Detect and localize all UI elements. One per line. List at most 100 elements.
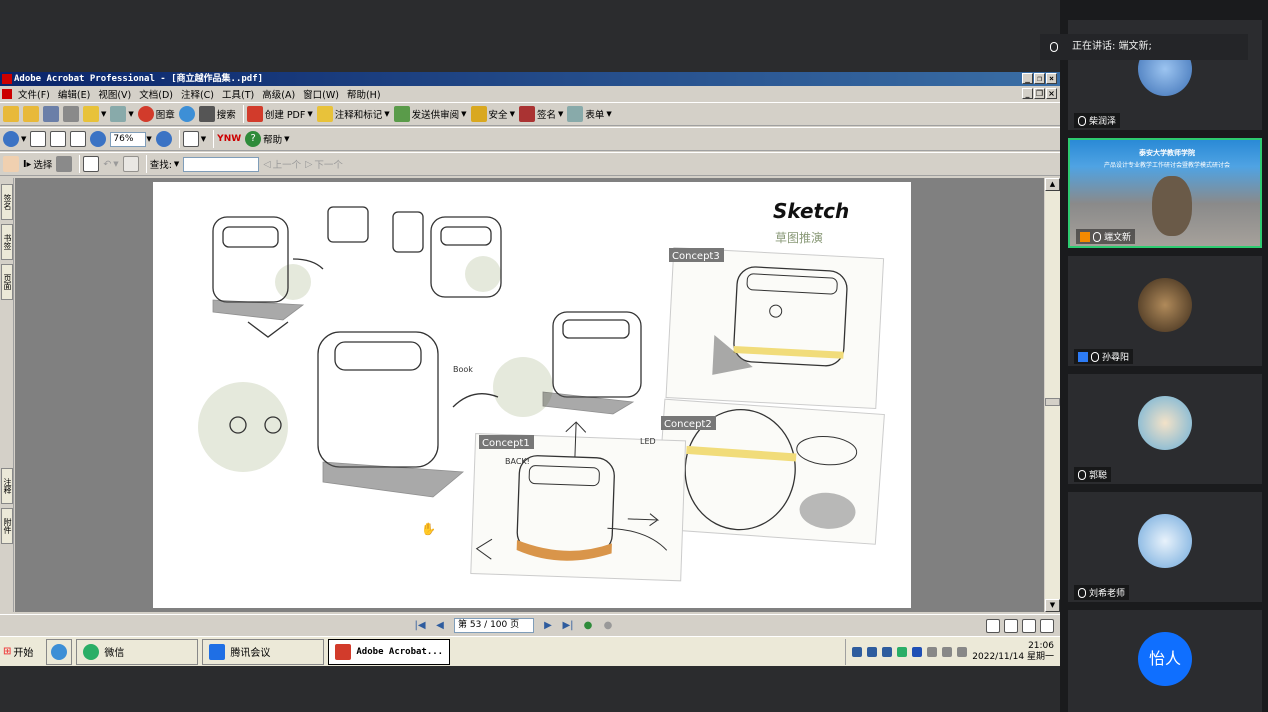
search-button[interactable]: 搜索 — [198, 106, 236, 122]
find-next-button[interactable]: ▷ 下一个 — [305, 157, 343, 172]
attach-button[interactable]: ▼ — [110, 106, 134, 122]
send-review-button[interactable]: 发送供审阅 ▼ — [393, 106, 467, 122]
participant-tile-6[interactable]: 怡人 — [1068, 610, 1262, 712]
previous-page-icon[interactable]: ◀ — [433, 619, 447, 633]
task-acrobat-label: Adobe Acrobat... — [356, 646, 444, 657]
select-tool-button[interactable]: I▸ 选择 — [23, 157, 52, 172]
zoom-tool-button[interactable]: ▼ — [3, 131, 26, 147]
undo-icon: ↶ — [103, 158, 112, 170]
fit-page-button[interactable] — [50, 131, 67, 147]
start-button[interactable]: ⊞ 开始 — [0, 639, 36, 665]
menu-edit[interactable]: 编辑(E) — [54, 87, 94, 101]
status-bar: |◀ ◀ 第 53 / 100 页 ▶ ▶| ● ● — [0, 614, 1060, 636]
continuous-facing-view-icon[interactable] — [1040, 618, 1054, 633]
participant-tile-5[interactable]: 刘希老师 — [1068, 492, 1262, 602]
restore-button[interactable]: ❐ — [1034, 73, 1045, 84]
tab-bookmarks[interactable]: 书签 — [1, 224, 13, 260]
save-button[interactable] — [43, 106, 59, 122]
vertical-scrollbar[interactable]: ▲ ▼ — [1045, 178, 1060, 612]
menu-view[interactable]: 视图(V) — [94, 87, 135, 101]
fit-width-button[interactable] — [70, 131, 87, 147]
tray-signal-icon[interactable] — [957, 646, 968, 657]
comment-markup-button[interactable]: 注释和标记 ▼ — [316, 106, 390, 122]
scroll-up-icon[interactable]: ▲ — [1045, 178, 1060, 191]
title-bar[interactable]: Adobe Acrobat Professional - [商立越作品集..pd… — [0, 72, 1060, 86]
open-button[interactable] — [3, 106, 19, 122]
copy-button[interactable] — [122, 156, 139, 172]
snapshot-button[interactable] — [56, 156, 73, 172]
stamp-button[interactable]: 图章 — [137, 106, 175, 122]
close-button[interactable]: × — [1046, 73, 1057, 84]
doc-restore-button[interactable]: ❐ — [1034, 88, 1045, 99]
mic-icon — [1078, 115, 1086, 126]
document-icon — [2, 88, 12, 99]
doc-close-button[interactable]: × — [1046, 88, 1057, 99]
minimize-button[interactable]: _ — [1022, 73, 1033, 84]
fit-page-icon — [50, 131, 67, 147]
tray-bluetooth-icon[interactable] — [912, 646, 923, 657]
zoom-in-button[interactable] — [155, 131, 172, 147]
menu-window[interactable]: 窗口(W) — [299, 87, 343, 101]
participant-tile-2[interactable]: 泰安大学教师学院 产品设计专业教学工作研讨会暨教学模式研讨会 端文新 — [1068, 138, 1262, 248]
document-area[interactable]: Sketch 草图推演 Concept3 Concept2 Concept1 B… — [15, 178, 1044, 612]
hand-tool-button[interactable] — [3, 156, 19, 172]
facing-view-icon[interactable] — [1022, 618, 1036, 633]
task-acrobat[interactable]: Adobe Acrobat... — [328, 638, 451, 665]
previous-icon: ◁ — [263, 158, 271, 170]
rotate-button[interactable]: ▼ — [182, 131, 206, 147]
find-previous-button[interactable]: ◁ 上一个 — [263, 157, 301, 172]
print-button[interactable] — [63, 106, 79, 122]
single-page-view-icon[interactable] — [986, 618, 1000, 633]
zoom-level-field[interactable]: 76% — [110, 131, 147, 147]
zoom-dropdown-icon[interactable]: ▼ — [146, 135, 151, 143]
tab-comments[interactable]: 注释 — [1, 468, 13, 504]
task-wechat[interactable]: 微信 — [76, 638, 199, 665]
system-clock[interactable]: 21:06 2022/11/14 星期一 — [972, 641, 1054, 663]
security-button[interactable]: 安全 ▼ — [470, 106, 515, 122]
web-button[interactable] — [178, 106, 195, 122]
continuous-view-icon[interactable] — [1004, 618, 1018, 633]
tray-meeting-icon[interactable] — [867, 646, 878, 657]
scroll-thumb[interactable] — [1045, 398, 1060, 406]
go-back-icon[interactable]: ● — [581, 619, 595, 633]
tab-attachments[interactable]: 附件 — [1, 508, 13, 544]
tray-wechat-icon[interactable] — [897, 646, 908, 657]
last-page-icon[interactable]: ▶| — [561, 619, 575, 633]
participant-tile-4[interactable]: 郭聪 — [1068, 374, 1262, 484]
next-page-icon[interactable]: ▶ — [541, 619, 555, 633]
create-pdf-button[interactable]: 创建 PDF ▼ — [246, 106, 313, 122]
tray-battery-icon[interactable] — [927, 646, 938, 657]
paste-button[interactable]: ▼ — [83, 106, 106, 122]
menu-help[interactable]: 帮助(H) — [343, 87, 385, 101]
forms-button[interactable]: 表单 ▼ — [567, 106, 612, 122]
find-input[interactable] — [183, 156, 260, 172]
tray-volume-icon[interactable] — [942, 646, 953, 657]
organizer-button[interactable] — [23, 106, 39, 122]
menu-file[interactable]: 文件(F) — [14, 87, 54, 101]
go-forward-icon[interactable]: ● — [601, 619, 615, 633]
menu-tools[interactable]: 工具(T) — [218, 87, 258, 101]
undo-button[interactable]: ↶ ▼ — [103, 159, 118, 170]
browser-quicklaunch[interactable] — [46, 638, 73, 665]
page-number-field[interactable]: 第 53 / 100 页 — [454, 618, 534, 633]
menu-document[interactable]: 文档(D) — [135, 87, 177, 101]
help-button[interactable]: ? 帮助 ▼ — [245, 131, 290, 147]
tray-network-icon[interactable] — [882, 646, 893, 657]
actual-size-button[interactable] — [30, 131, 47, 147]
sign-button[interactable]: 签名 ▼ — [518, 106, 563, 122]
zoom-out-button[interactable] — [90, 131, 107, 147]
task-tencent-meeting[interactable]: 腾讯会议 — [202, 638, 325, 665]
first-page-icon[interactable]: |◀ — [413, 619, 427, 633]
menu-comments[interactable]: 注释(C) — [177, 87, 218, 101]
doc-minimize-button[interactable]: _ — [1022, 88, 1033, 99]
ynw-button[interactable]: YNW — [217, 134, 241, 144]
tab-signatures[interactable]: 签名 — [1, 184, 13, 220]
print-icon — [63, 106, 79, 122]
participant-tile-3[interactable]: 孙尋阳 — [1068, 256, 1262, 366]
typewriter-button[interactable] — [83, 156, 100, 172]
mic-icon — [1093, 231, 1101, 242]
menu-advanced[interactable]: 高级(A) — [258, 87, 299, 101]
tab-pages[interactable]: 页面 — [1, 264, 13, 300]
scroll-down-icon[interactable]: ▼ — [1045, 599, 1060, 612]
tray-app-icon[interactable] — [852, 646, 863, 657]
